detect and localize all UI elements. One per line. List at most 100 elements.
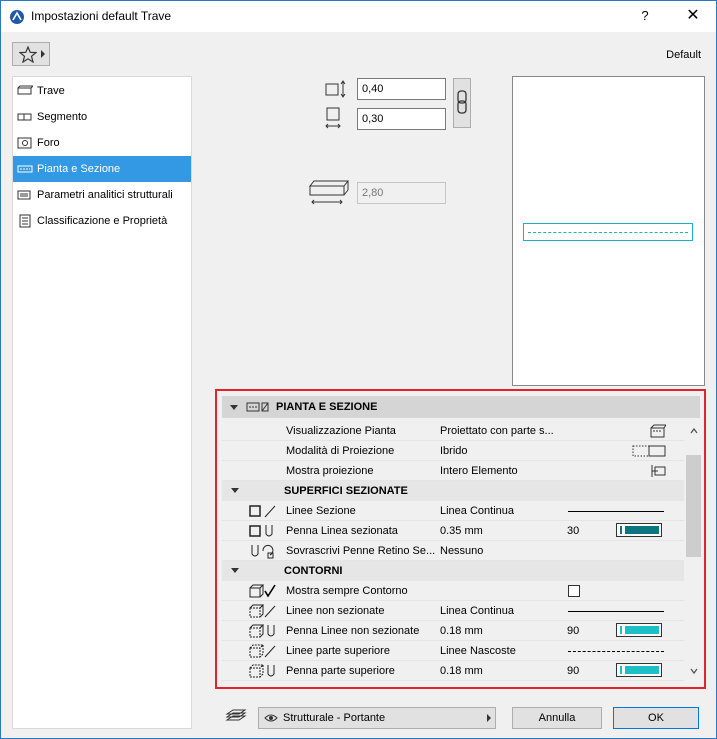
- row-value: 0.18 mm: [440, 665, 483, 677]
- row-penna-linee-non-sezionate[interactable]: Penna Linee non sezionate 0.18 mm 90: [222, 621, 684, 641]
- chain-link-icon: [457, 90, 467, 114]
- pen-swatch[interactable]: [616, 623, 668, 639]
- row-value[interactable]: Intero Elemento: [440, 465, 518, 477]
- pen-number[interactable]: 90: [567, 665, 579, 677]
- sidebar-item-classificazione[interactable]: Classificazione e Proprietà: [13, 208, 191, 234]
- row-penna-parte-superiore[interactable]: Penna parte superiore 0.18 mm 90: [222, 661, 684, 681]
- override-pen-icon: [251, 544, 274, 559]
- pen-number[interactable]: 30: [567, 525, 579, 537]
- sidebar-item-label: Parametri analitici strutturali: [37, 189, 173, 201]
- cut-pen-icon: [249, 525, 273, 537]
- default-label: Default: [666, 49, 701, 61]
- length-input: 2,80: [357, 182, 446, 204]
- row-value[interactable]: Ibrido: [440, 445, 468, 457]
- show-outline-checkbox[interactable]: [568, 585, 580, 597]
- classification-icon: [19, 214, 31, 228]
- show-outline-icon: [249, 584, 276, 598]
- row-value[interactable]: Linea Continua: [440, 505, 514, 517]
- archicad-icon: [10, 10, 24, 24]
- chevron-right-icon: [41, 50, 45, 58]
- sidebar-item-label: Pianta e Sezione: [37, 163, 121, 175]
- ok-button[interactable]: OK: [613, 707, 699, 729]
- segment-icon: [17, 113, 32, 121]
- plan-display-icon: [650, 424, 666, 438]
- sidebar-item-label: Trave: [37, 85, 65, 97]
- row-label: Modalità di Proiezione: [286, 445, 395, 457]
- link-dimensions-button[interactable]: [453, 78, 471, 128]
- structural-analytics-icon: [17, 190, 31, 200]
- sidebar-item-label: Segmento: [37, 111, 88, 123]
- title-bar: Impostazioni default Trave ? ✕: [1, 1, 716, 32]
- preview-panel: [512, 76, 705, 386]
- row-label: Linee parte superiore: [286, 645, 390, 657]
- panel-title: PIANTA E SEZIONE: [276, 401, 378, 413]
- beam-length-icon: [308, 180, 350, 205]
- height-icon: [325, 107, 341, 129]
- row-linee-non-sezionate[interactable]: Linee non sezionate Linea Continua: [222, 601, 684, 621]
- row-linee-sezione[interactable]: Linee Sezione Linea Continua: [222, 501, 684, 521]
- row-value: 0.18 mm: [440, 625, 483, 637]
- row-value[interactable]: Proiettato con parte s...: [440, 425, 554, 437]
- plan-section-settings: PIANTA E SEZIONE Visualizzazione Pianta …: [215, 389, 706, 689]
- subheader-superfici-sezionate[interactable]: SUPERFICI SEZIONATE: [222, 481, 684, 501]
- row-value[interactable]: Linee Nascoste: [440, 645, 516, 657]
- width-icon: [325, 80, 346, 98]
- close-button[interactable]: ✕: [673, 4, 713, 28]
- sidebar-item-parametri-analitici[interactable]: Parametri analitici strutturali: [13, 182, 191, 208]
- subheader-contorni[interactable]: CONTORNI: [222, 561, 684, 581]
- sidebar-item-pianta-sezione[interactable]: Pianta e Sezione: [13, 156, 191, 182]
- row-value: 0.35 mm: [440, 525, 483, 537]
- row-visualizzazione-pianta[interactable]: Visualizzazione Pianta Proiettato con pa…: [222, 421, 684, 441]
- beam-preview: [523, 223, 693, 241]
- help-button[interactable]: ?: [631, 4, 659, 28]
- pen-swatch[interactable]: [616, 663, 668, 679]
- layer-name: Strutturale - Portante: [283, 712, 386, 724]
- beam-icon: [17, 85, 33, 95]
- dialog-window: Impostazioni default Trave ? ✕ Default T…: [0, 0, 717, 739]
- row-label: Penna Linea sezionata: [286, 525, 398, 537]
- scrollbar[interactable]: [686, 421, 702, 681]
- star-icon: [19, 46, 37, 63]
- sidebar-item-segmento[interactable]: Segmento: [13, 104, 191, 130]
- line-type-preview: [568, 603, 664, 619]
- subheader-label: SUPERFICI SEZIONATE: [284, 485, 408, 497]
- row-penna-linea-sezionata[interactable]: Penna Linea sezionata 0.35 mm 30: [222, 521, 684, 541]
- width-input[interactable]: 0,40: [357, 78, 446, 100]
- collapse-icon[interactable]: [231, 488, 239, 493]
- cancel-button[interactable]: Annulla: [512, 707, 602, 729]
- pen-swatch[interactable]: [616, 523, 668, 539]
- row-mostra-contorno[interactable]: Mostra sempre Contorno: [222, 581, 684, 601]
- settings-rows: Visualizzazione Pianta Proiettato con pa…: [222, 421, 684, 681]
- layer-select[interactable]: Strutturale - Portante: [258, 707, 496, 729]
- collapse-icon[interactable]: [231, 568, 239, 573]
- plan-section-icon: [17, 165, 33, 173]
- row-linee-parte-superiore[interactable]: Linee parte superiore Linee Nascoste: [222, 641, 684, 661]
- layers-icon: [225, 709, 247, 721]
- eye-icon: [264, 714, 278, 722]
- scrollbar-thumb[interactable]: [686, 455, 701, 557]
- row-sovrascrivi-penne[interactable]: Sovrascrivi Penne Retino Se... Nessuno: [222, 541, 684, 561]
- favorites-button[interactable]: [12, 42, 50, 66]
- scroll-down-icon[interactable]: [690, 667, 698, 675]
- sidebar-item-foro[interactable]: Foro: [13, 130, 191, 156]
- row-modalita-proiezione[interactable]: Modalità di Proiezione Ibrido: [222, 441, 684, 461]
- overhead-pen-icon: [249, 664, 275, 678]
- panel-header[interactable]: PIANTA E SEZIONE: [222, 396, 700, 418]
- pen-number[interactable]: 90: [567, 625, 579, 637]
- sidebar: Trave Segmento Foro Pianta e Sezione Par…: [12, 76, 192, 729]
- row-value[interactable]: Linea Continua: [440, 605, 514, 617]
- sidebar-item-trave[interactable]: Trave: [13, 78, 191, 104]
- height-input[interactable]: 0,30: [357, 108, 446, 130]
- collapse-icon[interactable]: [230, 404, 238, 410]
- subheader-label: CONTORNI: [284, 565, 343, 577]
- row-label: Linee Sezione: [286, 505, 356, 517]
- row-label: Penna Linee non sezionate: [286, 625, 420, 637]
- hole-icon: [17, 137, 32, 149]
- row-value[interactable]: Nessuno: [440, 545, 483, 557]
- window-title: Impostazioni default Trave: [31, 9, 172, 23]
- show-projection-icon: [651, 465, 666, 477]
- scroll-up-icon[interactable]: [690, 427, 698, 435]
- row-mostra-proiezione[interactable]: Mostra proiezione Intero Elemento: [222, 461, 684, 481]
- projection-mode-icon: [632, 445, 666, 457]
- row-label: Sovrascrivi Penne Retino Se...: [286, 545, 436, 557]
